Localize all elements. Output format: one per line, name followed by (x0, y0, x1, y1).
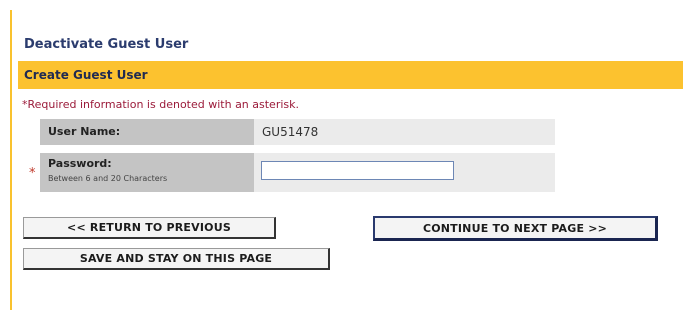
password-hint: Between 6 and 20 Characters (48, 174, 168, 183)
username-label: User Name: (48, 125, 121, 138)
username-label-cell: User Name: (40, 119, 254, 145)
username-value: GU51478 (262, 125, 319, 139)
password-label: Password: (48, 157, 112, 170)
page-title: Deactivate Guest User (24, 37, 189, 52)
required-info-note: *Required information is denoted with an… (22, 98, 300, 111)
section-header: Create Guest User (18, 61, 683, 89)
password-input[interactable] (261, 161, 454, 180)
password-label-cell: Password: Between 6 and 20 Characters (40, 153, 254, 192)
return-to-previous-button[interactable]: << RETURN TO PREVIOUS (23, 217, 276, 239)
continue-to-next-page-button[interactable]: CONTINUE TO NEXT PAGE >> (373, 216, 658, 241)
password-row: Password: Between 6 and 20 Characters (40, 153, 555, 192)
username-row: User Name: GU51478 (40, 119, 555, 145)
save-and-stay-button[interactable]: SAVE AND STAY ON THIS PAGE (23, 248, 330, 270)
section-title: Create Guest User (24, 68, 148, 82)
required-asterisk: * (29, 166, 36, 181)
left-accent-rule (10, 10, 12, 310)
